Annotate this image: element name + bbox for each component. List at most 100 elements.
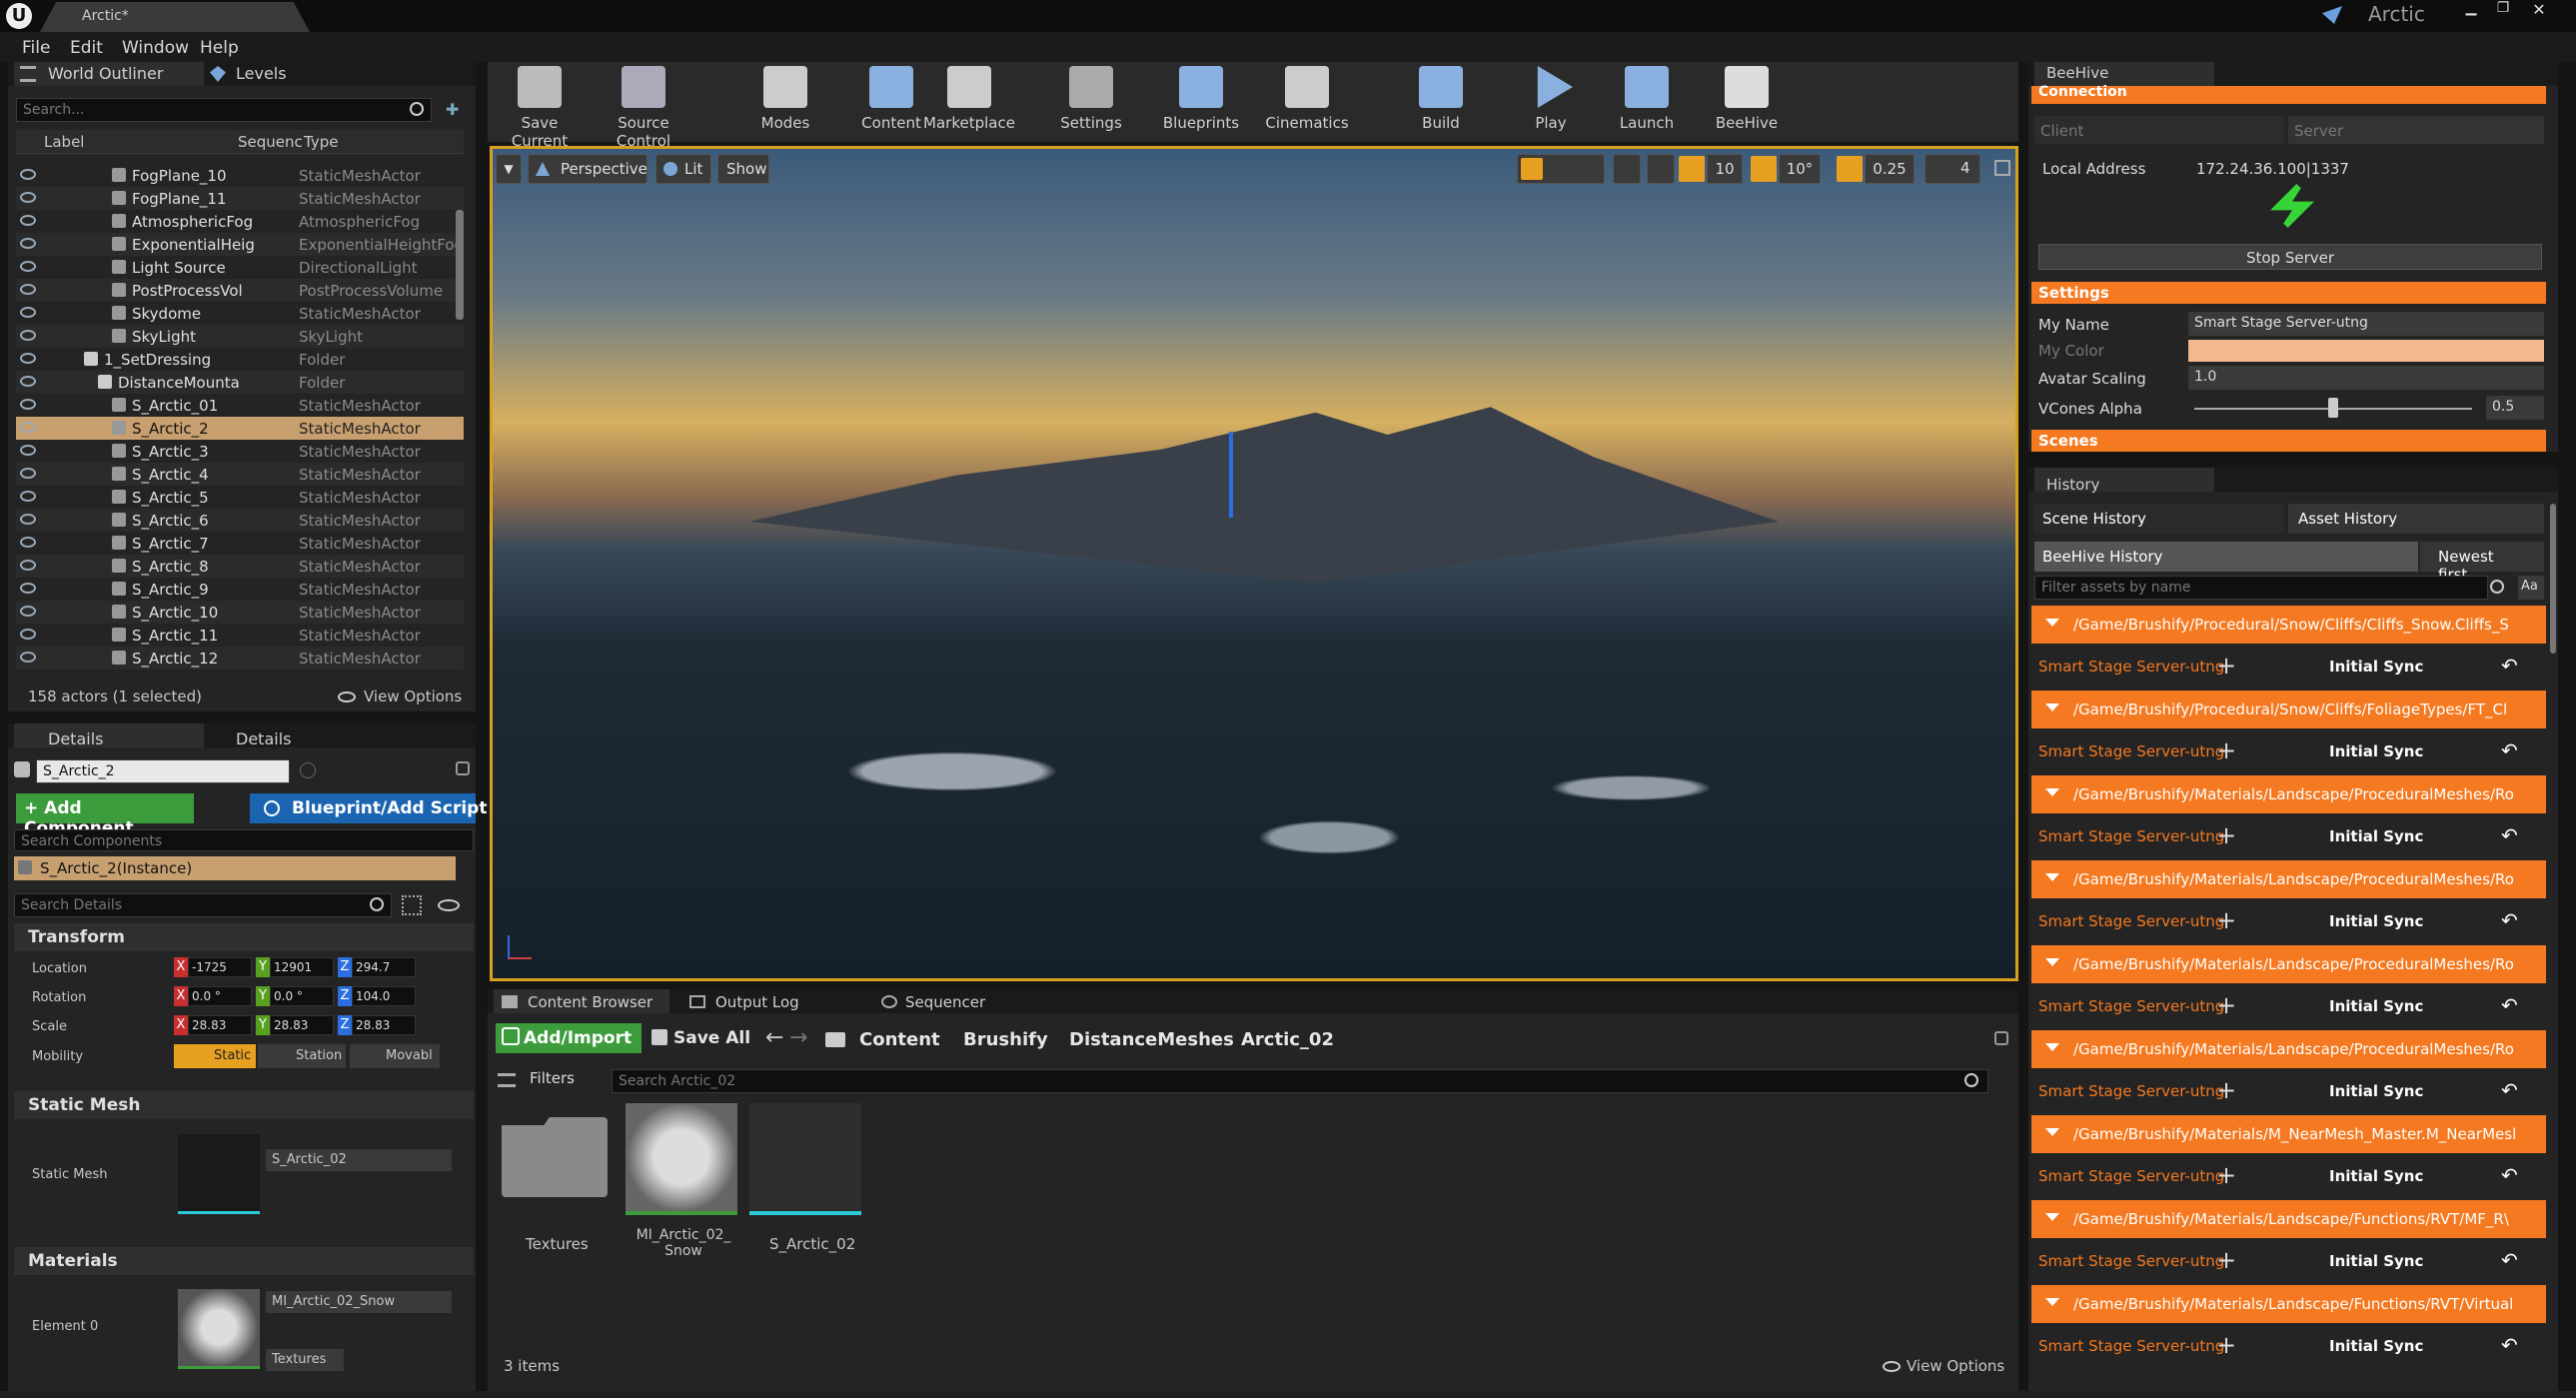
outliner-row[interactable]: S_Arctic_9 StaticMeshActor [16, 578, 464, 601]
location-y-field[interactable]: 12901 [270, 957, 334, 977]
revert-icon[interactable]: ↶ [2501, 908, 2518, 932]
chevron-down-icon[interactable] [2045, 1128, 2059, 1136]
chevron-down-icon[interactable] [2045, 1043, 2059, 1051]
toolbar-modes-button[interactable]: Modes [737, 62, 833, 142]
surface-snap-icon[interactable] [1647, 154, 1675, 184]
outliner-row[interactable]: 1_SetDressing Folder [16, 348, 464, 371]
help-icon[interactable] [300, 762, 316, 778]
lock-icon[interactable] [456, 761, 470, 775]
vcones-slider-thumb[interactable] [2328, 398, 2338, 418]
camera-speed-button[interactable] [1925, 154, 1980, 184]
folder-textures-thumbnail[interactable] [502, 1117, 608, 1197]
server-toggle[interactable]: Server [2288, 116, 2544, 144]
lock-icon[interactable] [1994, 1031, 2008, 1045]
revert-icon[interactable]: ↶ [2501, 1163, 2518, 1187]
tab-levels[interactable]: Levels [236, 64, 287, 83]
tab-details-1[interactable] [14, 723, 204, 747]
chevron-down-icon[interactable] [2045, 619, 2059, 627]
outliner-row[interactable]: S_Arctic_2 StaticMeshActor [16, 417, 464, 440]
outliner-row[interactable]: S_Arctic_11 StaticMeshActor [16, 624, 464, 647]
toolbar-launch-button[interactable]: Launch [1599, 62, 1695, 142]
visibility-eye-icon[interactable] [20, 353, 36, 364]
chevron-down-icon[interactable] [2045, 788, 2059, 796]
outliner-row[interactable]: S_Arctic_6 StaticMeshActor [16, 509, 464, 532]
toolbar-marketplace-button[interactable]: Marketplace [921, 62, 1017, 142]
plus-icon[interactable]: + [2216, 736, 2236, 764]
location-z-field[interactable]: 294.7 [352, 957, 416, 977]
scale-z-field[interactable]: 28.83 [352, 1015, 416, 1035]
outliner-row[interactable]: S_Arctic_3 StaticMeshActor [16, 440, 464, 463]
plus-icon[interactable]: + [2216, 991, 2236, 1019]
menu-help[interactable]: Help [200, 38, 239, 58]
rotation-z-field[interactable]: 104.0 [352, 986, 416, 1006]
outliner-row[interactable]: FogPlane_10 StaticMeshActor [16, 164, 464, 187]
add-filter-icon[interactable]: ✚ [446, 100, 466, 120]
scale-y-field[interactable]: 28.83 [270, 1015, 334, 1035]
tab-output-log[interactable]: Output Log [715, 993, 799, 1011]
match-case-button[interactable]: Aa [2518, 576, 2544, 600]
visibility-eye-icon[interactable] [20, 422, 36, 433]
scale-x-field[interactable]: 28.83 [188, 1015, 252, 1035]
column-sequence[interactable]: Sequenc [238, 133, 303, 151]
my-name-field[interactable]: Smart Stage Server-utng [2188, 312, 2544, 336]
visibility-eye-icon[interactable] [20, 445, 36, 456]
scale-snap-icon[interactable] [1837, 156, 1863, 182]
viewport-options-dropdown[interactable]: ▼ [496, 154, 522, 184]
history-asset-path[interactable]: /Game/Brushify/Procedural/Snow/Cliffs/Fo… [2031, 691, 2546, 728]
outliner-row[interactable]: AtmosphericFog AtmosphericFog [16, 210, 464, 233]
toolbar-source-control-button[interactable]: Source Control [596, 62, 691, 150]
plus-icon[interactable]: + [2216, 1331, 2236, 1359]
outliner-search-input[interactable]: Search... [16, 98, 432, 122]
visibility-eye-icon[interactable] [20, 330, 36, 341]
revert-icon[interactable]: ↶ [2501, 993, 2518, 1017]
grid-snap-icon[interactable] [1679, 156, 1705, 182]
stop-server-button[interactable]: Stop Server [2038, 244, 2542, 270]
menu-edit[interactable]: Edit [70, 38, 103, 58]
history-asset-path[interactable]: /Game/Brushify/Materials/Landscape/Proce… [2031, 1030, 2546, 1068]
outliner-scrollbar[interactable] [456, 210, 464, 320]
toolbar-save-current-button[interactable]: Save Current [492, 62, 588, 150]
chevron-down-icon[interactable] [2045, 873, 2059, 881]
client-toggle[interactable]: Client [2034, 116, 2284, 144]
history-asset-path[interactable]: /Game/Brushify/Materials/M_NearMesh_Mast… [2031, 1115, 2546, 1153]
material-asset-thumbnail[interactable] [626, 1103, 737, 1215]
scenes-header[interactable] [2031, 430, 2546, 452]
filters-button[interactable]: Filters [530, 1069, 575, 1087]
outliner-row[interactable]: S_Arctic_01 StaticMeshActor [16, 394, 464, 417]
history-asset-path[interactable]: /Game/Brushify/Materials/Landscape/Funct… [2031, 1200, 2546, 1238]
visibility-eye-icon[interactable] [20, 261, 36, 272]
visibility-eye-icon[interactable] [20, 376, 36, 387]
visibility-eye-icon[interactable] [20, 629, 36, 640]
visibility-eye-icon[interactable] [20, 491, 36, 502]
visibility-eye-icon[interactable] [20, 583, 36, 594]
actor-name-field[interactable]: S_Arctic_2 [36, 759, 290, 783]
translate-icon[interactable] [1521, 158, 1543, 180]
mobility-movable-button[interactable]: Movabl [350, 1044, 440, 1068]
outliner-row[interactable]: DistanceMounta Folder [16, 371, 464, 394]
static-mesh-thumbnail[interactable] [178, 1134, 260, 1214]
scale-snap-value[interactable]: 0.25 [1865, 154, 1915, 184]
static-mesh-dropdown[interactable]: S_Arctic_02 [266, 1149, 452, 1171]
plus-icon[interactable]: + [2216, 821, 2236, 849]
toolbar-blueprints-button[interactable]: Blueprints [1153, 62, 1249, 142]
toolbar-build-button[interactable]: Build [1393, 62, 1489, 142]
outliner-row[interactable]: S_Arctic_5 StaticMeshActor [16, 486, 464, 509]
visibility-eye-icon[interactable] [20, 307, 36, 318]
gizmo-z-axis[interactable] [1229, 432, 1233, 518]
mobility-stationary-button[interactable]: Station [258, 1044, 346, 1068]
revert-icon[interactable]: ↶ [2501, 1248, 2518, 1272]
plus-icon[interactable]: + [2216, 1161, 2236, 1189]
plus-icon[interactable]: + [2216, 652, 2236, 680]
chevron-down-icon[interactable] [2045, 1213, 2059, 1221]
vcones-alpha-value[interactable]: 0.5 [2486, 396, 2544, 420]
outliner-row[interactable]: S_Arctic_8 StaticMeshActor [16, 555, 464, 578]
chevron-down-icon[interactable] [2045, 958, 2059, 966]
save-all-button[interactable]: Save All [673, 1028, 750, 1048]
outliner-row[interactable]: S_Arctic_12 StaticMeshActor [16, 647, 464, 670]
material-thumbnail[interactable] [178, 1289, 260, 1369]
visibility-eye-icon[interactable] [20, 606, 36, 617]
outliner-row[interactable]: S_Arctic_10 StaticMeshActor [16, 601, 464, 624]
toolbar-beehive-button[interactable]: BeeHive [1699, 62, 1795, 142]
column-label[interactable]: Label [44, 133, 84, 151]
menu-window[interactable]: Window [122, 38, 189, 58]
